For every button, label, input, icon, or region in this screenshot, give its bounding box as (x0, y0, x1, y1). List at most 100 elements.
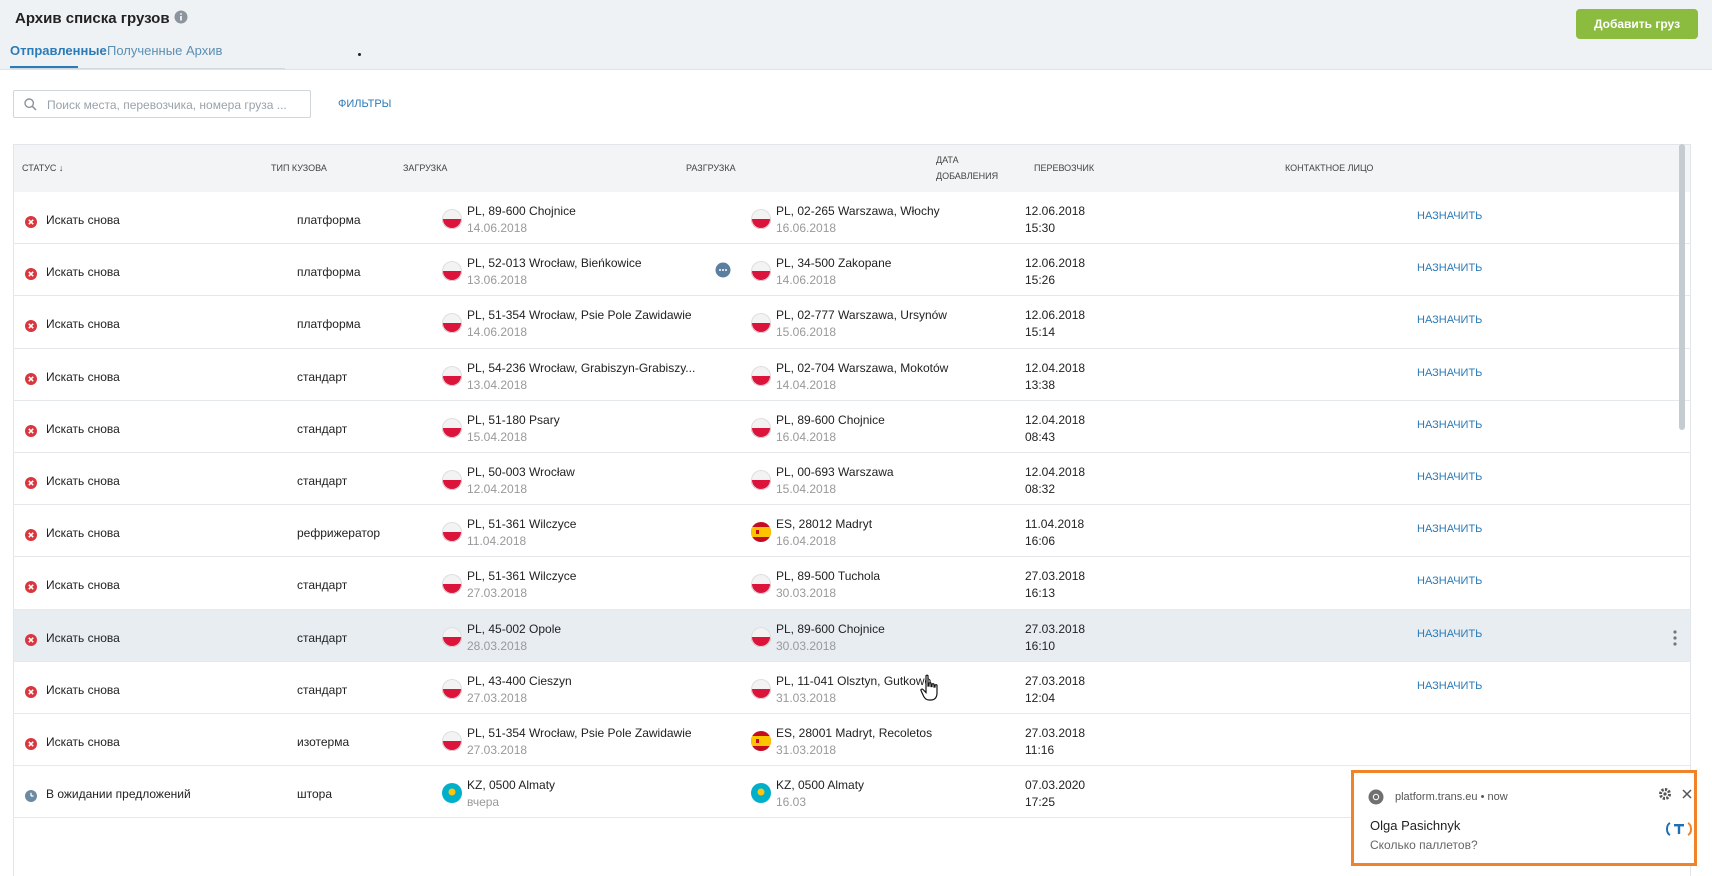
tab-sent[interactable]: Отправленные (10, 43, 107, 58)
unloading-place: ES, 28012 Madryt (776, 517, 873, 532)
cargo-table: СТАТУС ↓ ТИП КУЗОВА ЗАГРУЗКА РАЗГРУЗКА Д… (13, 144, 1691, 876)
unloading-date: 16.04.2018 (776, 429, 837, 444)
unloading-date: 14.04.2018 (776, 377, 837, 392)
search-icon (24, 98, 37, 111)
status-text: Искать снова (46, 265, 120, 280)
flag-pl-icon (442, 417, 462, 438)
loading-date: 14.06.2018 (467, 325, 528, 340)
filters-button[interactable]: ФИЛЬТРЫ (338, 98, 391, 110)
table-row[interactable]: Искать снова рефрижератор PL, 51-361 Wilcz… (14, 505, 1690, 558)
time-added: 13:38 (1025, 377, 1056, 392)
assign-contact-button[interactable]: НАЗНАЧИТЬ (1417, 628, 1482, 640)
table-row[interactable]: Искать снова стандарт PL, 51-180 Psary 15.0… (14, 400, 1690, 453)
table-row[interactable]: Искать снова стандарт PL, 45-002 Opole 28.0… (14, 609, 1690, 662)
chat-bubble-icon[interactable] (715, 262, 731, 278)
time-added: 16:06 (1025, 534, 1056, 549)
flag-pl-icon (751, 365, 771, 386)
page-title: Архив списка грузов (15, 10, 170, 27)
x-circle-icon (25, 424, 37, 437)
x-circle-icon (25, 476, 37, 489)
status-text: Искать снова (46, 474, 120, 488)
tab-archive[interactable]: Архив (186, 43, 222, 58)
table-scrollbar[interactable] (1679, 144, 1685, 430)
mouse-cursor-icon (920, 674, 938, 701)
unloading-place: PL, 11-041 Olsztyn, Gutkowo (776, 673, 932, 688)
date-added: 12.04.2018 (1025, 412, 1086, 427)
loading-date: 13.06.2018 (467, 273, 528, 288)
assign-contact-button[interactable]: НАЗНАЧИТЬ (1417, 262, 1482, 274)
status-text: Искать снова (46, 317, 120, 332)
loading-date: 27.03.2018 (467, 690, 528, 705)
time-added: 16:13 (1025, 586, 1056, 601)
table-row[interactable]: Искать снова стандарт PL, 43-400 Cieszyn 27… (14, 661, 1690, 714)
column-body-type: ТИП КУЗОВА (271, 163, 327, 173)
add-cargo-button[interactable]: Добавить груз (1576, 9, 1698, 39)
loading-place: PL, 50-003 Wrocław (467, 465, 575, 479)
assign-contact-button[interactable]: НАЗНАЧИТЬ (1417, 314, 1482, 326)
status-text: Искать снова (46, 213, 120, 227)
status-text: Искать снова (46, 682, 120, 697)
assign-contact-button[interactable]: НАЗНАЧИТЬ (1417, 471, 1482, 483)
gear-icon[interactable] (1658, 787, 1672, 801)
date-added: 12.06.2018 (1025, 204, 1086, 218)
column-loading: ЗАГРУЗКА (403, 163, 448, 173)
close-icon[interactable] (1680, 787, 1694, 801)
unloading-place: KZ, 0500 Almaty (776, 778, 865, 793)
unloading-date: 30.03.2018 (776, 586, 837, 601)
table-row[interactable]: Искать снова изотерма PL, 51-354 Wrocław, … (14, 714, 1690, 767)
flag-pl-icon (751, 470, 771, 490)
body-type: изотерма (297, 735, 350, 749)
search-box[interactable] (13, 90, 311, 118)
flag-pl-icon (442, 522, 462, 543)
date-added: 07.03.2020 (1025, 778, 1086, 793)
kebab-menu-icon[interactable] (1671, 628, 1679, 648)
flag-pl-icon (442, 365, 462, 386)
loading-place: PL, 45-002 Opole (467, 621, 562, 636)
flag-pl-icon (751, 678, 771, 699)
chrome-notification[interactable]: platform.trans.eu • now Olga Pasichnyk С… (1351, 770, 1697, 866)
assign-contact-button[interactable]: НАЗНАЧИТЬ (1417, 523, 1482, 535)
assign-contact-button[interactable]: НАЗНАЧИТЬ (1417, 575, 1482, 587)
search-input[interactable] (45, 95, 309, 115)
time-added: 08:43 (1025, 429, 1056, 444)
unloading-place: PL, 02-777 Warszawa, Ursynów (776, 308, 947, 323)
table-row[interactable]: Искать снова стандарт PL, 51-361 Wilczyce 2… (14, 557, 1690, 610)
flag-pl-icon (751, 261, 771, 282)
x-circle-icon (25, 215, 37, 228)
body-type: стандарт (297, 474, 348, 488)
table-row[interactable]: Искать снова платформа PL, 51-354 Wrocław,… (14, 296, 1690, 349)
table-row[interactable]: Искать снова стандарт PL, 54-236 Wrocław, … (14, 348, 1690, 401)
date-added: 12.06.2018 (1025, 256, 1086, 271)
flag-kz-icon (751, 783, 771, 804)
x-circle-icon (25, 372, 37, 385)
info-icon[interactable] (174, 10, 188, 24)
assign-contact-button[interactable]: НАЗНАЧИТЬ (1417, 680, 1482, 692)
assign-contact-button[interactable]: НАЗНАЧИТЬ (1417, 419, 1482, 431)
notification-time: now (1487, 791, 1508, 803)
body-type: стандарт (297, 682, 348, 697)
loading-place: PL, 52-013 Wrocław, Bieńkowice (467, 256, 642, 271)
loading-date: 12.04.2018 (467, 482, 528, 496)
date-added: 27.03.2018 (1025, 569, 1086, 584)
x-circle-icon (25, 267, 37, 281)
date-added: 11.04.2018 (1025, 517, 1085, 532)
table-row[interactable]: Искать снова платформа PL, 89-600 Chojnice… (14, 192, 1690, 245)
x-circle-icon (25, 633, 37, 646)
flag-pl-icon (751, 417, 771, 438)
assign-contact-button[interactable]: НАЗНАЧИТЬ (1417, 210, 1482, 222)
time-added: 17:25 (1025, 795, 1056, 810)
tab-received[interactable]: Полученные (107, 43, 182, 58)
flag-pl-icon (442, 574, 462, 595)
table-row[interactable]: Искать снова платформа PL, 52-013 Wrocław,… (14, 244, 1690, 297)
loading-place: PL, 51-354 Wrocław, Psie Pole Zawidawie (467, 726, 692, 740)
loading-place: PL, 51-180 Psary (467, 412, 560, 427)
x-circle-icon (25, 685, 37, 698)
date-added: 12.04.2018 (1025, 465, 1086, 479)
table-row[interactable]: Искать снова стандарт PL, 50-003 Wrocław 12… (14, 453, 1690, 506)
body-type: платформа (297, 317, 361, 332)
assign-contact-button[interactable]: НАЗНАЧИТЬ (1417, 367, 1482, 379)
column-status[interactable]: СТАТУС ↓ (22, 152, 63, 184)
unloading-place: PL, 00-693 Warszawa (776, 465, 894, 479)
status-text: В ожидании предложений (46, 787, 191, 802)
unloading-date: 15.04.2018 (776, 482, 837, 496)
